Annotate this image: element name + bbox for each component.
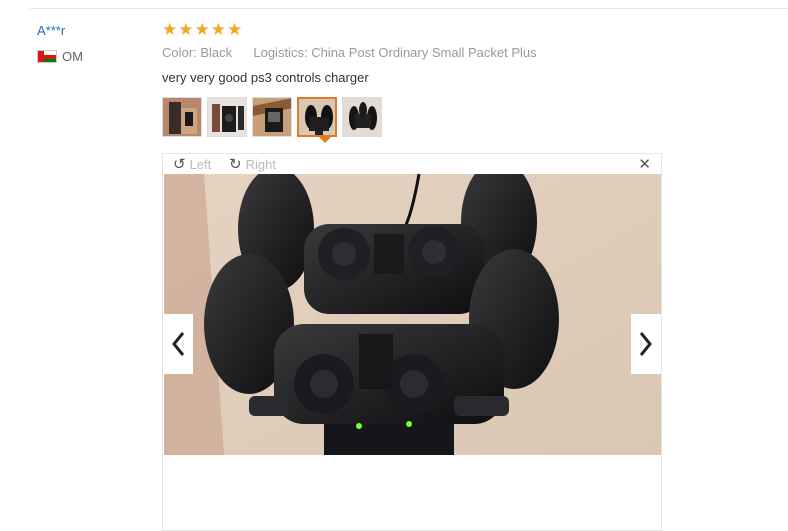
star-icon: ★	[227, 20, 243, 39]
reviewer-name[interactable]: A***r	[37, 23, 65, 38]
review-photo-thumbnail[interactable]	[342, 97, 382, 137]
logistics-label: Logistics:	[253, 45, 308, 60]
star-icon: ★	[194, 20, 210, 39]
review-photo	[164, 174, 661, 455]
close-icon[interactable]: ✕	[638, 155, 651, 173]
rotate-left-label: Left	[189, 156, 212, 172]
review-photo-thumbnail-active[interactable]	[297, 97, 337, 137]
rating-stars: ★ ★ ★ ★ ★	[162, 21, 242, 39]
chevron-left-icon	[172, 332, 185, 356]
color-value: Black	[200, 45, 233, 60]
rotate-right-icon: ↻	[229, 156, 242, 173]
review-photo-thumbnail[interactable]	[162, 97, 202, 137]
oman-flag-icon	[37, 50, 57, 63]
star-icon: ★	[162, 20, 178, 39]
logistics-value: China Post Ordinary Small Packet Plus	[311, 45, 537, 60]
photo-thumbnails	[162, 97, 382, 137]
rotate-left-icon: ↺	[173, 156, 186, 173]
star-icon: ★	[210, 20, 226, 39]
star-icon: ★	[178, 20, 194, 39]
rotate-right-button[interactable]: ↻ Right	[229, 155, 276, 173]
active-thumbnail-pointer	[319, 137, 331, 143]
color-label: Color:	[162, 45, 197, 60]
review-photo-thumbnail[interactable]	[252, 97, 292, 137]
review-photo-thumbnail[interactable]	[207, 97, 247, 137]
photo-viewer: ↺ Left ↻ Right ✕	[162, 153, 662, 531]
rotate-left-button[interactable]: ↺ Left	[173, 155, 211, 173]
next-photo-button[interactable]	[631, 314, 661, 374]
country-code: OM	[62, 49, 83, 64]
chevron-right-icon	[639, 332, 652, 356]
viewer-toolbar: ↺ Left ↻ Right ✕	[163, 154, 661, 174]
divider	[30, 8, 788, 9]
rotate-right-label: Right	[245, 156, 276, 172]
reviewer-country: OM	[37, 49, 83, 64]
order-info: Color: Black Logistics: China Post Ordin…	[162, 45, 537, 60]
prev-photo-button[interactable]	[163, 314, 193, 374]
review-comment: very very good ps3 controls charger	[162, 70, 369, 85]
